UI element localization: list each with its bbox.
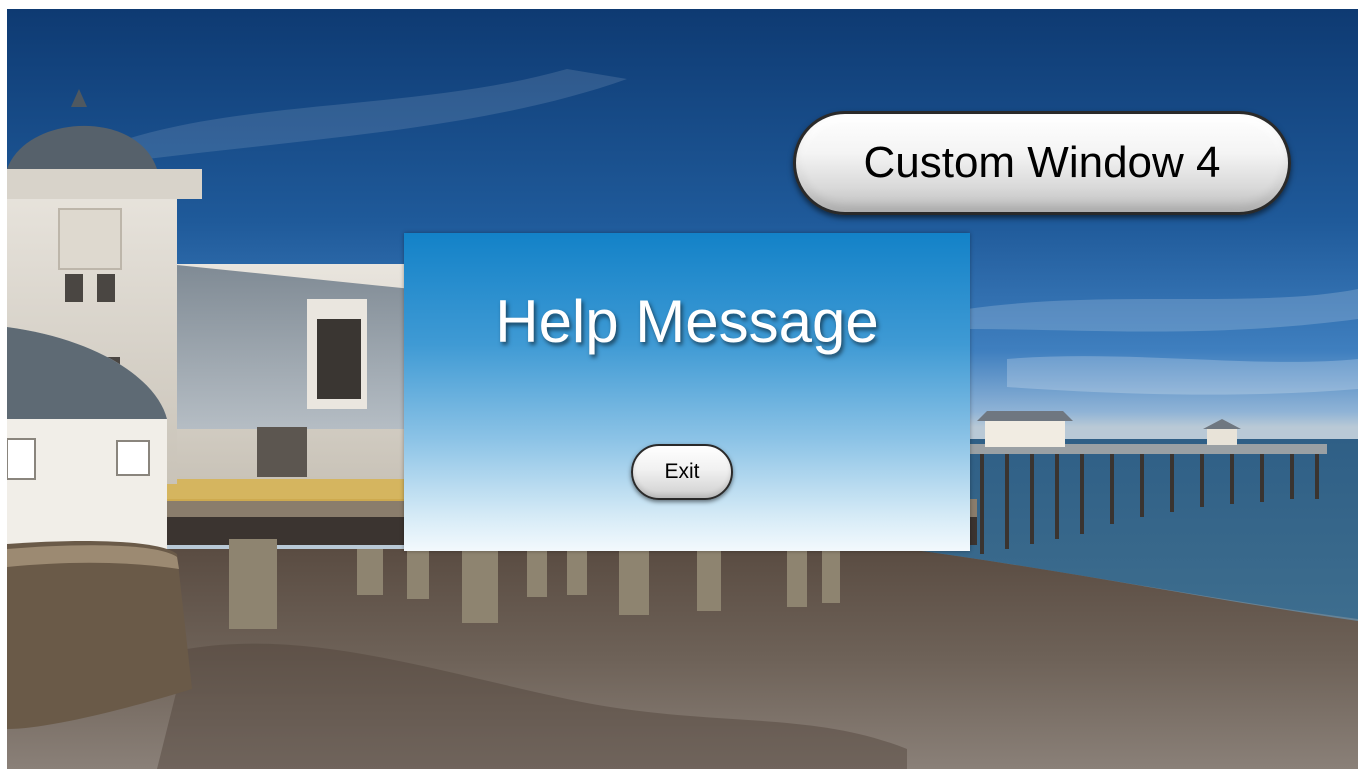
exit-button[interactable]: Exit [631, 444, 733, 500]
app-stage: Custom Window 4 Help Message Exit [7, 9, 1358, 769]
help-message-window: Help Message Exit [404, 233, 970, 551]
help-message-title: Help Message [495, 288, 879, 355]
custom-window-4-button[interactable]: Custom Window 4 [793, 111, 1291, 215]
